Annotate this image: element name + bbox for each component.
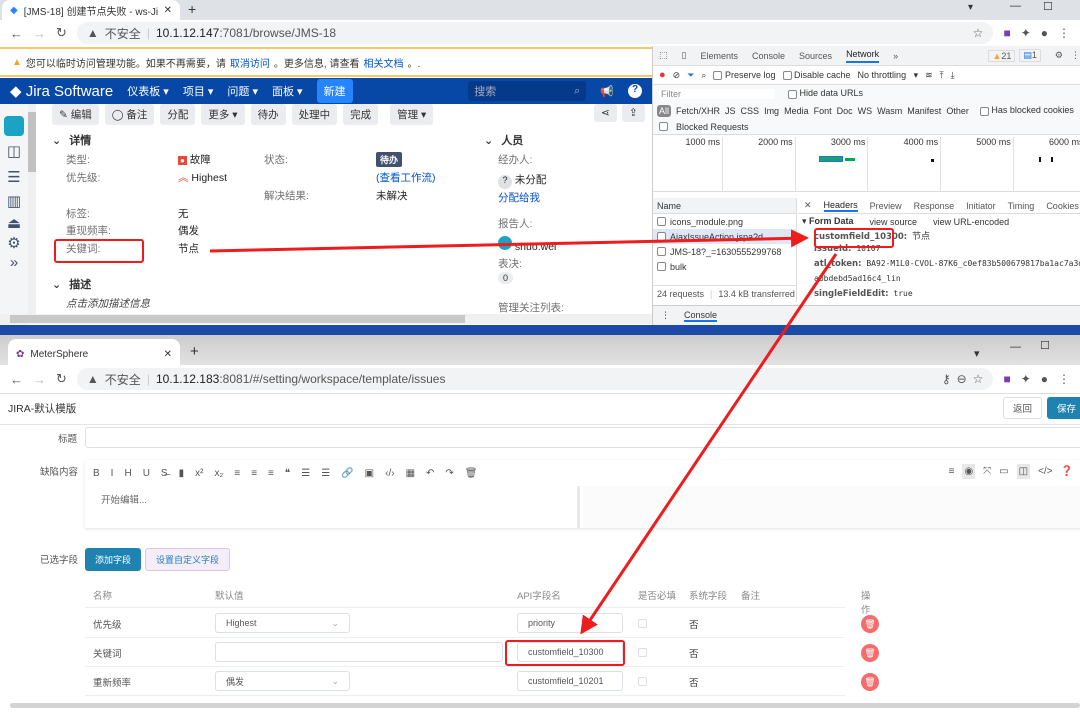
arrow-formdata-to-api-field bbox=[580, 253, 838, 635]
arrow-keyword-to-formdata bbox=[209, 229, 809, 253]
annotation-arrows bbox=[209, 229, 838, 635]
